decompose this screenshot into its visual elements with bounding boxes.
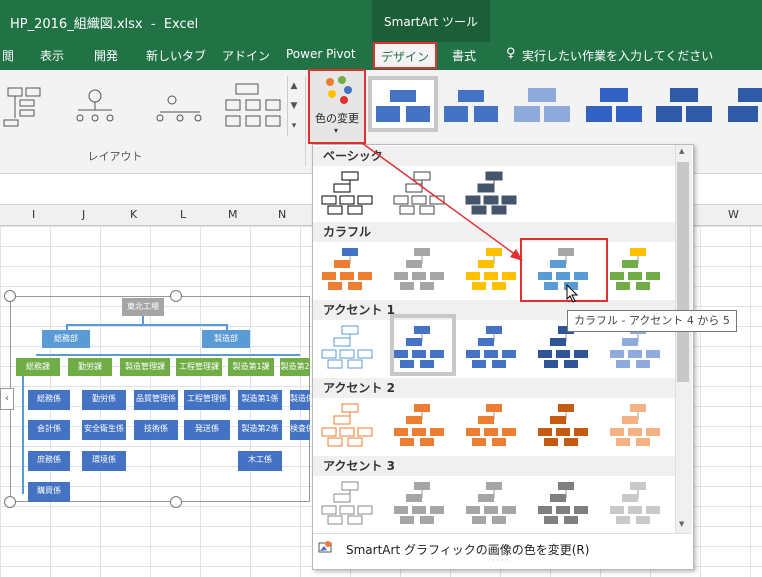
column-l[interactable]: L: [180, 208, 186, 221]
ribbon-separator: [305, 76, 306, 166]
column-j[interactable]: J: [82, 208, 85, 221]
recolor-pictures-icon: [318, 541, 332, 553]
tab-view[interactable]: 表示: [40, 47, 64, 64]
org-node-section[interactable]: 製造第1課: [228, 358, 274, 376]
color-option-17[interactable]: [534, 392, 600, 454]
color-option-11[interactable]: [462, 314, 528, 376]
org-node-unit[interactable]: 購買係: [28, 482, 70, 502]
palette-icon: [326, 76, 352, 104]
tab-review[interactable]: 閲: [2, 47, 14, 64]
resize-grip-icon[interactable]: ····: [492, 556, 510, 565]
org-node-unit[interactable]: 勤労係: [82, 390, 126, 410]
layout-option-4: [225, 83, 281, 127]
layout-option-2: [76, 89, 114, 122]
color-option-22[interactable]: [534, 470, 600, 532]
column-k[interactable]: K: [130, 208, 137, 221]
org-node-root[interactable]: 東北工場: [122, 298, 164, 316]
footer-divider: [313, 533, 691, 534]
scroll-up-icon[interactable]: ▲: [679, 147, 684, 155]
org-node-section[interactable]: 勤労課: [68, 358, 112, 376]
color-option-18[interactable]: [606, 392, 672, 454]
resize-handle[interactable]: [170, 496, 182, 508]
org-node-unit[interactable]: 工程管理係: [184, 390, 230, 410]
scroll-down-icon[interactable]: ▼: [679, 520, 684, 528]
org-node-section[interactable]: 工程管理課: [176, 358, 222, 376]
window-title: HP_2016_組織図.xlsx - Excel: [10, 17, 199, 32]
highlight-box: [520, 238, 608, 302]
org-node-unit[interactable]: 安全衛生係: [82, 420, 126, 440]
org-node-unit[interactable]: 発送係: [184, 420, 230, 440]
layout-gallery-scroll[interactable]: ▲ ▼ ▾: [287, 76, 300, 136]
lightbulb-icon: ♀: [506, 46, 516, 61]
column-n[interactable]: N: [278, 208, 286, 221]
connector: [66, 324, 226, 326]
recolor-pictures-menu-item[interactable]: SmartArt グラフィックの画像の色を変更(R): [346, 541, 589, 558]
tab-format[interactable]: 書式: [452, 47, 476, 64]
layout-gallery[interactable]: [0, 74, 300, 144]
column-m[interactable]: M: [228, 208, 238, 221]
resize-handle[interactable]: [4, 290, 16, 302]
layout-group-label: レイアウト: [87, 150, 143, 163]
tooltip: カラフル - アクセント 4 から 5: [567, 310, 737, 332]
org-node-unit[interactable]: 検査係: [290, 420, 310, 440]
org-node-unit[interactable]: 総務係: [28, 390, 70, 410]
change-colors-label: 色の変更: [315, 112, 359, 125]
tab-developer[interactable]: 開発: [94, 47, 118, 64]
tab-design[interactable]: デザイン: [373, 48, 437, 65]
tab-addins[interactable]: アドイン: [222, 47, 270, 64]
color-option-10[interactable]: [390, 314, 456, 376]
color-option-14[interactable]: [318, 392, 384, 454]
chevron-down-icon: ▾: [334, 126, 339, 135]
org-node-unit[interactable]: 庶務係: [28, 451, 70, 471]
org-node-section[interactable]: 製造第2: [280, 358, 310, 376]
org-node-dept[interactable]: 総務部: [42, 330, 90, 348]
mouse-cursor-icon: [566, 284, 579, 303]
color-option-15[interactable]: [390, 392, 456, 454]
color-option-20[interactable]: [390, 470, 456, 532]
org-node-unit[interactable]: 品質管理係: [134, 390, 178, 410]
color-option-9[interactable]: [318, 314, 384, 376]
resize-handle[interactable]: [170, 290, 182, 302]
annotation-arrow-icon: [361, 142, 523, 261]
context-group-label: SmartArt ツール: [384, 15, 478, 29]
resize-handle[interactable]: [4, 496, 16, 508]
layout-option-3: [156, 95, 202, 122]
color-option-23[interactable]: [606, 470, 672, 532]
layout-option-1: [3, 87, 41, 127]
org-node-unit[interactable]: 製造第2係: [238, 420, 282, 440]
org-node-dept[interactable]: 製造部: [202, 330, 250, 348]
smartart-style-gallery[interactable]: [368, 76, 762, 136]
org-node-section[interactable]: 製造管理課: [120, 358, 170, 376]
connector: [22, 376, 24, 494]
org-node-unit[interactable]: 木工係: [238, 451, 282, 471]
org-node-unit[interactable]: 技術係: [134, 420, 178, 440]
org-node-unit[interactable]: 会計係: [28, 420, 70, 440]
text-pane-toggle[interactable]: ‹: [0, 388, 14, 410]
connector: [36, 354, 300, 356]
tab-new[interactable]: 新しいタブ: [146, 47, 206, 64]
org-node-unit[interactable]: 環境係: [82, 451, 126, 471]
tell-me-search[interactable]: 実行したい作業を入力してください: [522, 47, 713, 64]
tab-power-pivot[interactable]: Power Pivot: [286, 47, 356, 61]
color-option-16[interactable]: [462, 392, 528, 454]
column-w[interactable]: W: [728, 208, 739, 221]
scroll-thumb[interactable]: [677, 162, 689, 382]
org-node-section[interactable]: 総務課: [16, 358, 60, 376]
color-option-19[interactable]: [318, 470, 384, 532]
org-node-unit[interactable]: 製造係: [290, 390, 310, 410]
column-i[interactable]: I: [32, 208, 35, 221]
color-option-8[interactable]: [606, 236, 672, 298]
org-node-unit[interactable]: 製造第1係: [238, 390, 282, 410]
color-option-21[interactable]: [462, 470, 528, 532]
